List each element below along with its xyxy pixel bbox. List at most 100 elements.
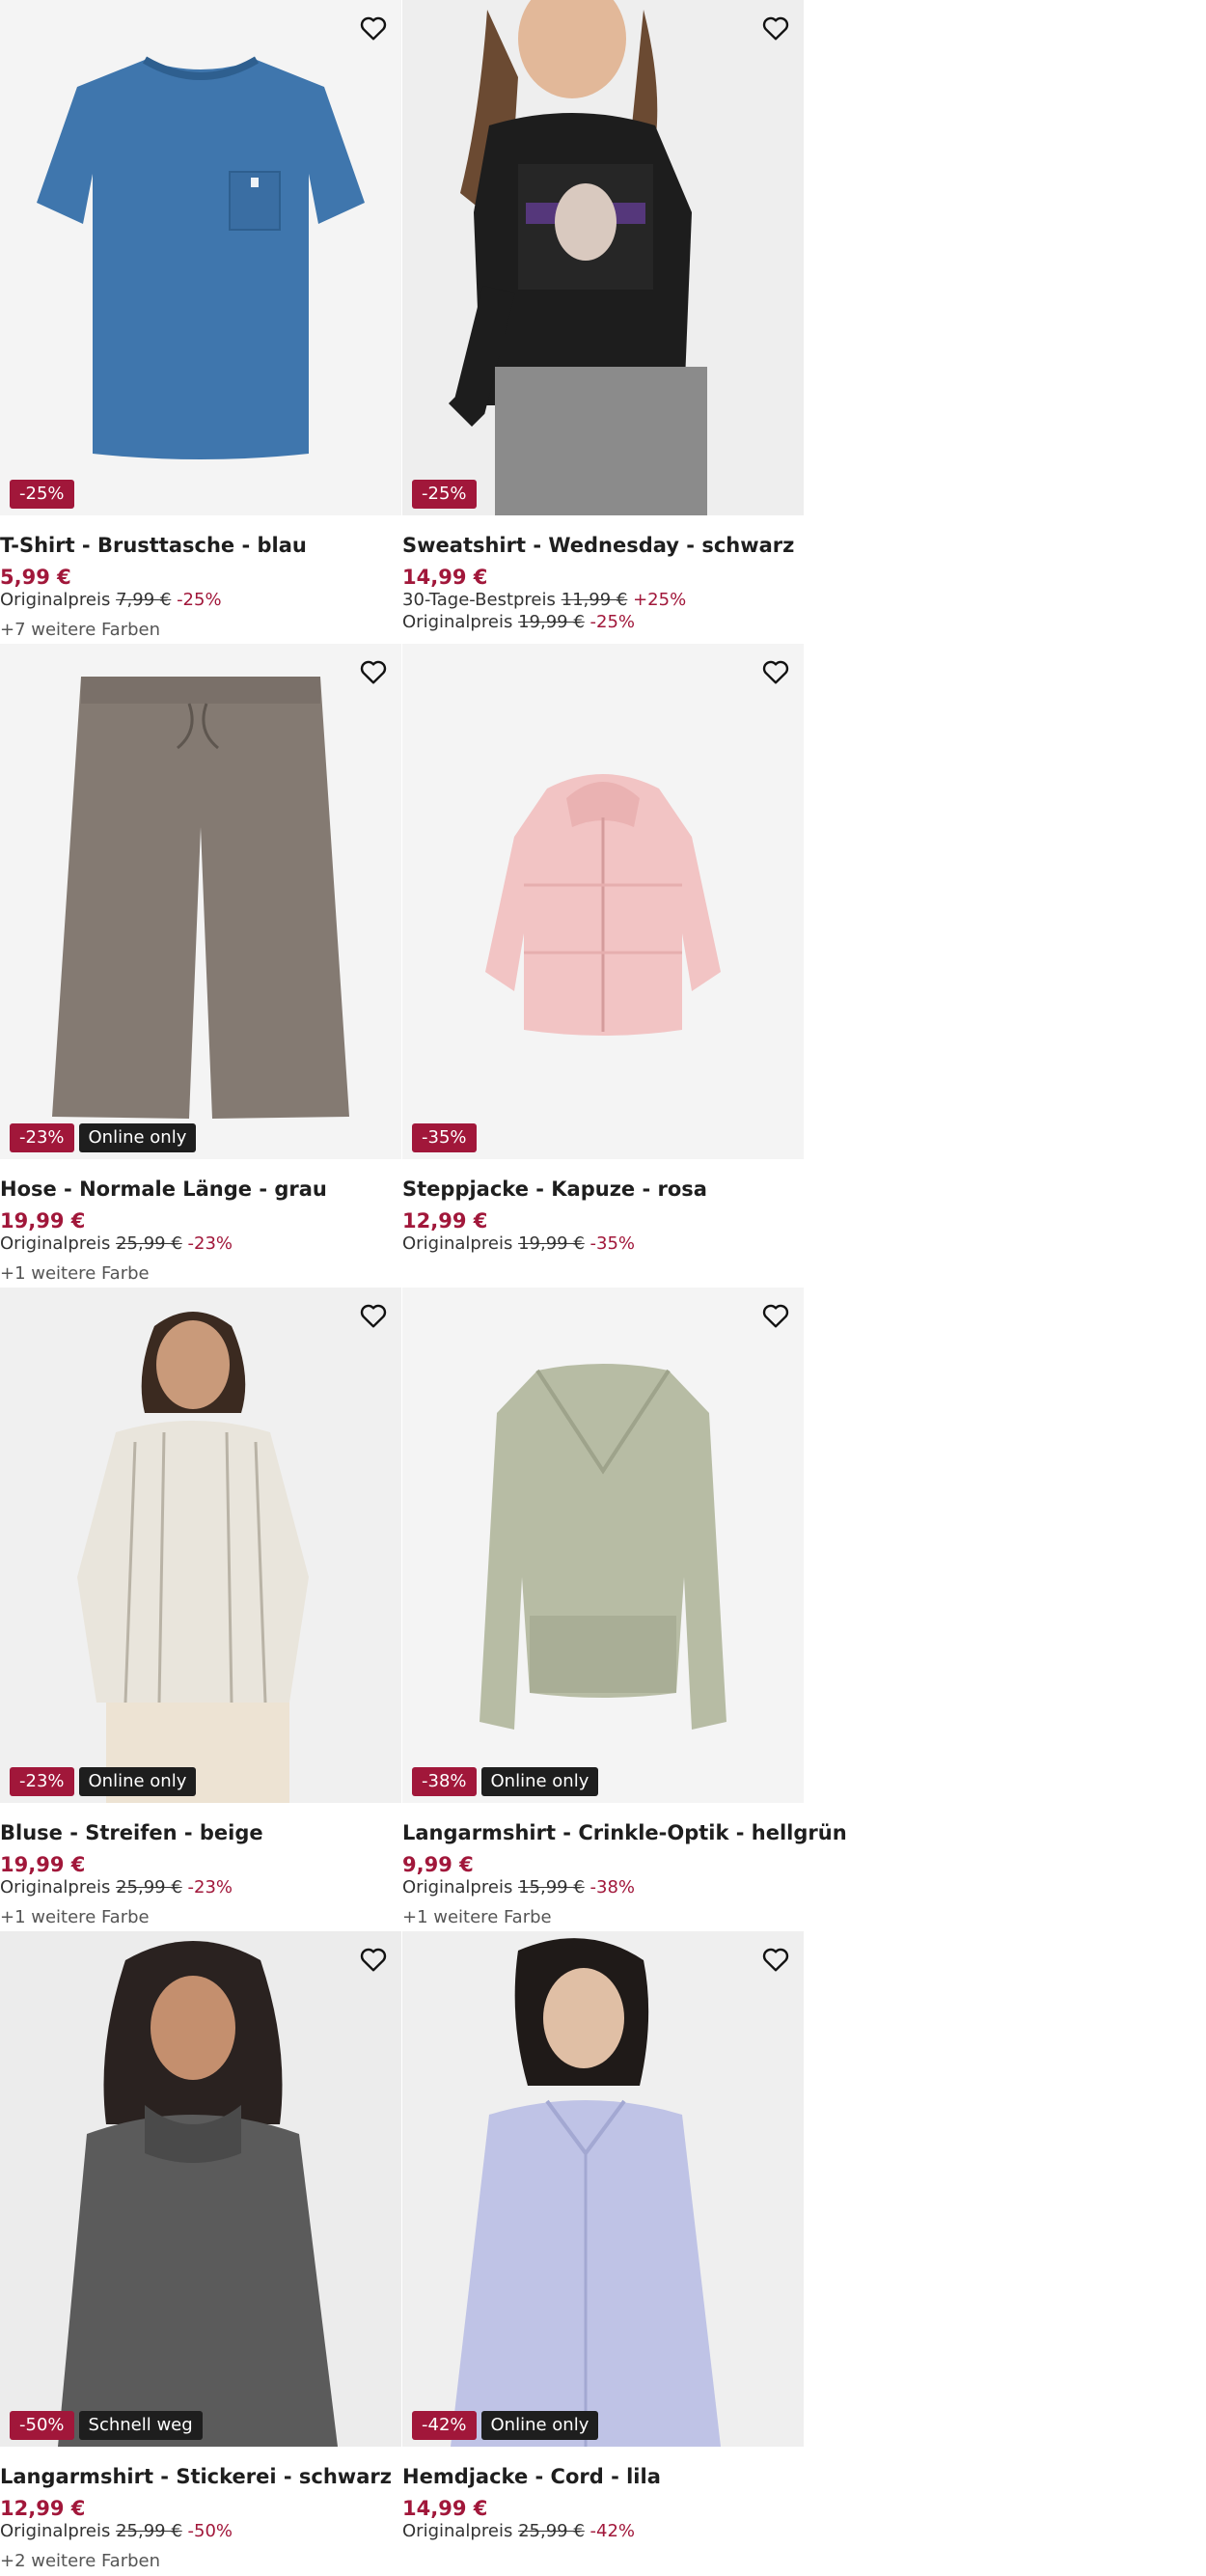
more-colors[interactable]: +1 weitere Farbe — [0, 1262, 401, 1285]
original-price-line: Originalpreis 7,99 € -25% — [0, 589, 401, 611]
product-title[interactable]: Sweatshirt - Wednesday - schwarz — [402, 533, 804, 558]
discount-badge: -25% — [412, 480, 477, 509]
online-only-badge: Online only — [78, 1123, 197, 1152]
old-price: 25,99 € — [116, 2521, 182, 2541]
old-price: 19,99 € — [518, 612, 585, 632]
product-price: 5,99 € — [0, 566, 71, 589]
product-info: Steppjacke - Kapuze - rosa 12,99 € Origi… — [402, 1159, 804, 1255]
price-change: -35% — [589, 1233, 636, 1254]
product-image[interactable]: -42% Online only — [402, 1931, 804, 2447]
more-colors[interactable]: +1 weitere Farbe — [0, 1906, 401, 1928]
discount-badge: -23% — [10, 1123, 74, 1152]
product-title[interactable]: Langarmshirt - Stickerei - schwarz — [0, 2464, 401, 2489]
product-price: 12,99 € — [402, 1209, 488, 1233]
product-info: Sweatshirt - Wednesday - schwarz 14,99 €… — [402, 515, 804, 633]
product-card[interactable]: -23% Online only Hose - Normale Länge - … — [0, 644, 401, 1288]
discount-badge: -50% — [10, 2411, 74, 2440]
favorite-button[interactable] — [357, 12, 390, 44]
product-image[interactable]: -38% Online only — [402, 1288, 804, 1803]
more-colors[interactable]: +1 weitere Farbe — [402, 1906, 804, 1928]
favorite-button[interactable] — [759, 1299, 792, 1332]
product-image[interactable]: -50% Schnell weg — [0, 1931, 401, 2447]
product-image[interactable]: -25% — [402, 0, 804, 515]
price-change: -25% — [589, 612, 636, 632]
product-card[interactable]: -42% Online only Hemdjacke - Cord - lila… — [402, 1931, 804, 2575]
sweatshirt-model-image — [402, 0, 804, 515]
product-price: 14,99 € — [402, 2497, 488, 2520]
product-title[interactable]: T-Shirt - Brusttasche - blau — [0, 533, 401, 558]
discount-badge: -38% — [412, 1767, 477, 1796]
original-price-line: Originalpreis 25,99 € -23% — [0, 1233, 401, 1255]
schnell-weg-badge: Schnell weg — [78, 2411, 203, 2440]
product-info: Hemdjacke - Cord - lila 14,99 € Original… — [402, 2447, 804, 2542]
price-change: -23% — [187, 1877, 233, 1897]
discount-badge: -42% — [412, 2411, 477, 2440]
product-title[interactable]: Hose - Normale Länge - grau — [0, 1177, 401, 1202]
favorite-button[interactable] — [759, 655, 792, 688]
favorite-button[interactable] — [759, 1943, 792, 1976]
old-price: 7,99 € — [116, 590, 172, 610]
price-change: -42% — [589, 2521, 636, 2541]
original-price-line: Originalpreis 25,99 € -42% — [402, 2520, 804, 2542]
online-only-badge: Online only — [78, 1767, 197, 1796]
price-change: +25% — [633, 590, 687, 610]
product-image[interactable]: -35% — [402, 644, 804, 1159]
heart-outline-icon — [762, 1948, 789, 1972]
price-change: -50% — [187, 2521, 233, 2541]
product-card[interactable]: -25% T-Shirt - Brusttasche - blau 5,99 €… — [0, 0, 401, 644]
heart-outline-icon — [762, 16, 789, 41]
product-title[interactable]: Langarmshirt - Crinkle-Optik - hellgrün — [402, 1820, 847, 1845]
product-image[interactable]: -25% — [0, 0, 401, 515]
price-label: Originalpreis — [0, 1233, 111, 1254]
price-label: Originalpreis — [402, 1233, 513, 1254]
online-only-badge: Online only — [480, 1767, 599, 1796]
product-info: T-Shirt - Brusttasche - blau 5,99 € Orig… — [0, 515, 401, 641]
product-card[interactable]: -50% Schnell weg Langarmshirt - Stickere… — [0, 1931, 401, 2575]
old-price: 19,99 € — [518, 1233, 585, 1254]
trousers-image — [0, 644, 401, 1159]
favorite-button[interactable] — [357, 1943, 390, 1976]
product-card[interactable]: -25% Sweatshirt - Wednesday - schwarz 14… — [402, 0, 804, 644]
badge-row: -42% Online only — [412, 2411, 599, 2440]
heart-outline-icon — [762, 660, 789, 684]
original-price-line: Originalpreis 15,99 € -38% — [402, 1876, 804, 1898]
product-card[interactable]: -23% Online only Bluse - Streifen - beig… — [0, 1288, 401, 1931]
discount-badge: -35% — [412, 1123, 477, 1152]
favorite-button[interactable] — [759, 12, 792, 44]
blouse-model-image — [0, 1288, 401, 1803]
product-info: Hose - Normale Länge - grau 19,99 € Orig… — [0, 1159, 401, 1285]
more-colors[interactable]: +2 weitere Farben — [0, 2550, 401, 2572]
old-price: 25,99 € — [518, 2521, 585, 2541]
tshirt-image — [0, 0, 401, 515]
product-price: 12,99 € — [0, 2497, 86, 2520]
price-label: Originalpreis — [0, 1877, 111, 1897]
original-price-line: Originalpreis 25,99 € -23% — [0, 1876, 401, 1898]
product-image[interactable]: -23% Online only — [0, 644, 401, 1159]
favorite-button[interactable] — [357, 655, 390, 688]
badge-row: -50% Schnell weg — [10, 2411, 203, 2440]
discount-badge: -23% — [10, 1767, 74, 1796]
product-image[interactable]: -23% Online only — [0, 1288, 401, 1803]
price-label: Originalpreis — [0, 2521, 111, 2541]
product-title[interactable]: Hemdjacke - Cord - lila — [402, 2464, 804, 2489]
price-label: Originalpreis — [402, 612, 513, 632]
more-colors[interactable]: +7 weitere Farben — [0, 619, 401, 641]
product-info: Langarmshirt - Stickerei - schwarz 12,99… — [0, 2447, 401, 2572]
favorite-button[interactable] — [357, 1299, 390, 1332]
badge-row: -25% — [10, 480, 74, 509]
product-title[interactable]: Steppjacke - Kapuze - rosa — [402, 1177, 804, 1202]
price-change: -38% — [589, 1877, 636, 1897]
price-label: Originalpreis — [0, 590, 111, 610]
badge-row: -23% Online only — [10, 1767, 197, 1796]
discount-badge: -25% — [10, 480, 74, 509]
price-change: -23% — [187, 1233, 233, 1254]
product-title[interactable]: Bluse - Streifen - beige — [0, 1820, 401, 1845]
old-price: 25,99 € — [116, 1233, 182, 1254]
product-price: 19,99 € — [0, 1853, 86, 1876]
product-price: 9,99 € — [402, 1853, 474, 1876]
product-card[interactable]: -38% Online only Langarmshirt - Crinkle-… — [402, 1288, 847, 1931]
shirt-jacket-model-image — [402, 1931, 804, 2447]
heart-outline-icon — [360, 16, 387, 41]
original-price-line: Originalpreis 25,99 € -50% — [0, 2520, 401, 2542]
product-card[interactable]: -35% Steppjacke - Kapuze - rosa 12,99 € … — [402, 644, 804, 1288]
